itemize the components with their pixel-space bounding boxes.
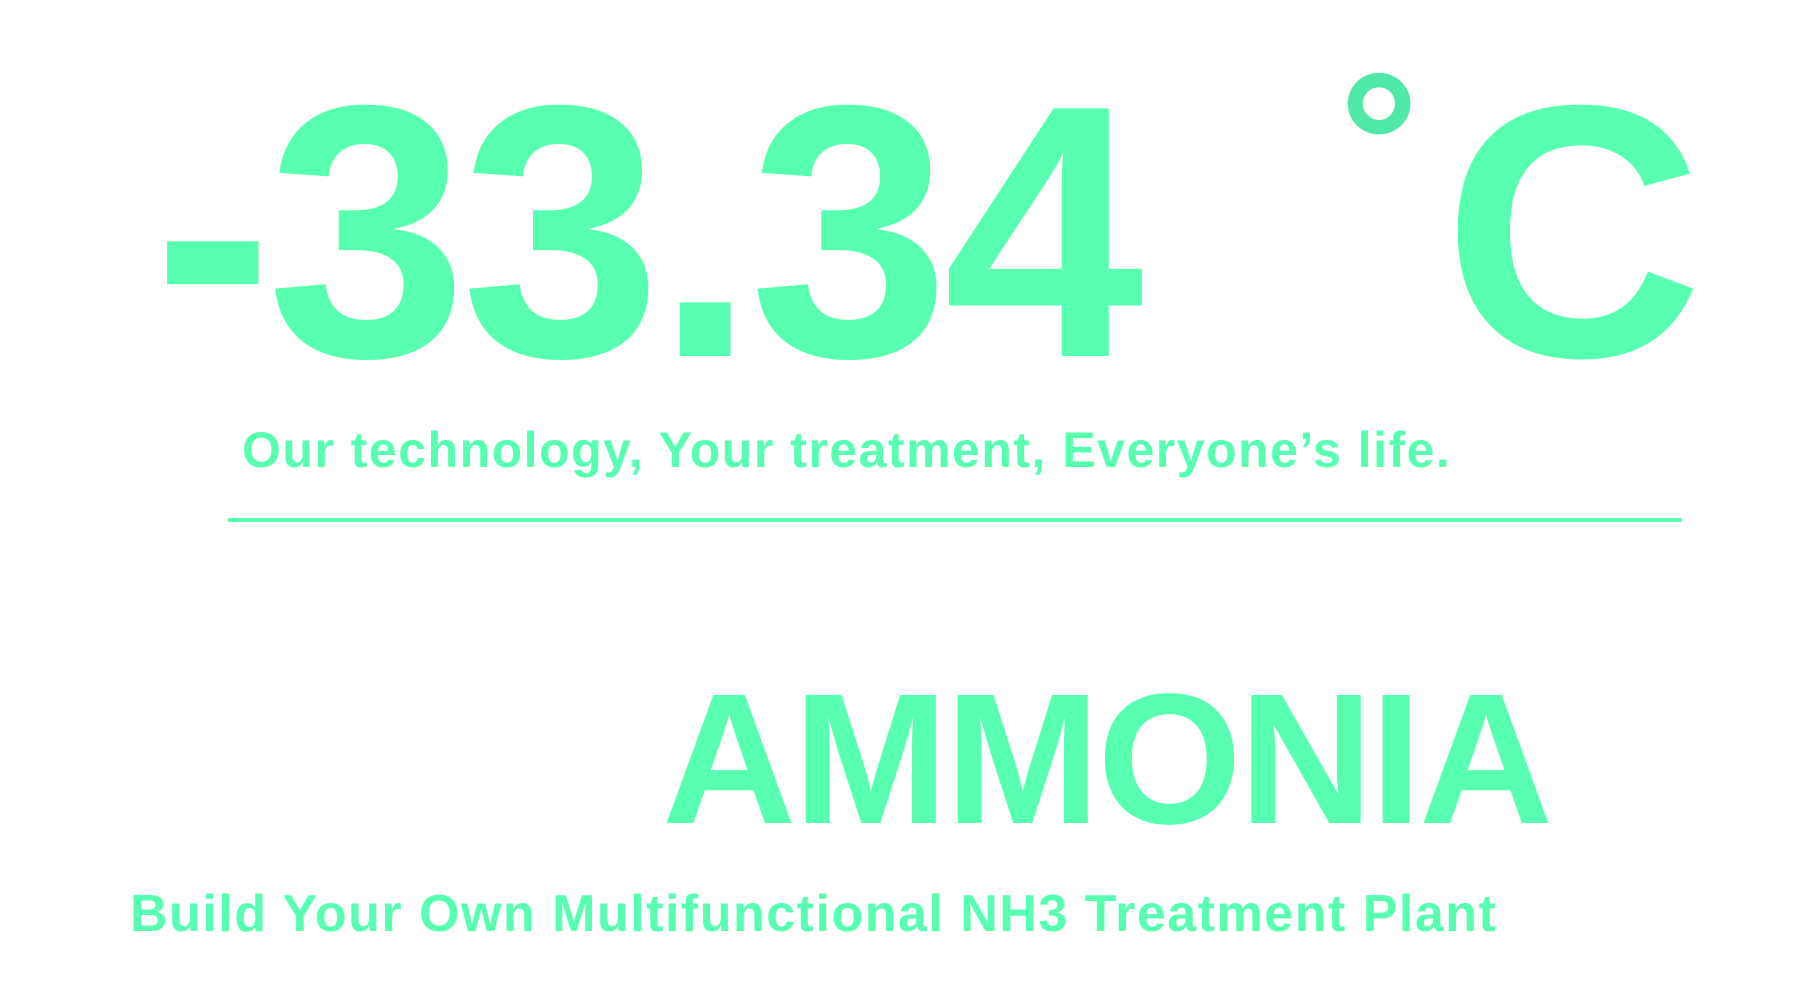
product-name: AMMONIA (662, 656, 1553, 863)
subtitle: Build Your Own Multifunctional NH3 Treat… (130, 885, 1498, 943)
temperature-value: -33.34 (153, 31, 1144, 433)
divider-line (228, 518, 1682, 522)
temperature-unit: C (1443, 31, 1703, 433)
degree-symbol: ° (1339, 32, 1419, 255)
tagline: Our technology, Your treatment, Everyone… (242, 422, 1452, 478)
temperature-display: -33.34 ° C (153, 31, 1713, 433)
